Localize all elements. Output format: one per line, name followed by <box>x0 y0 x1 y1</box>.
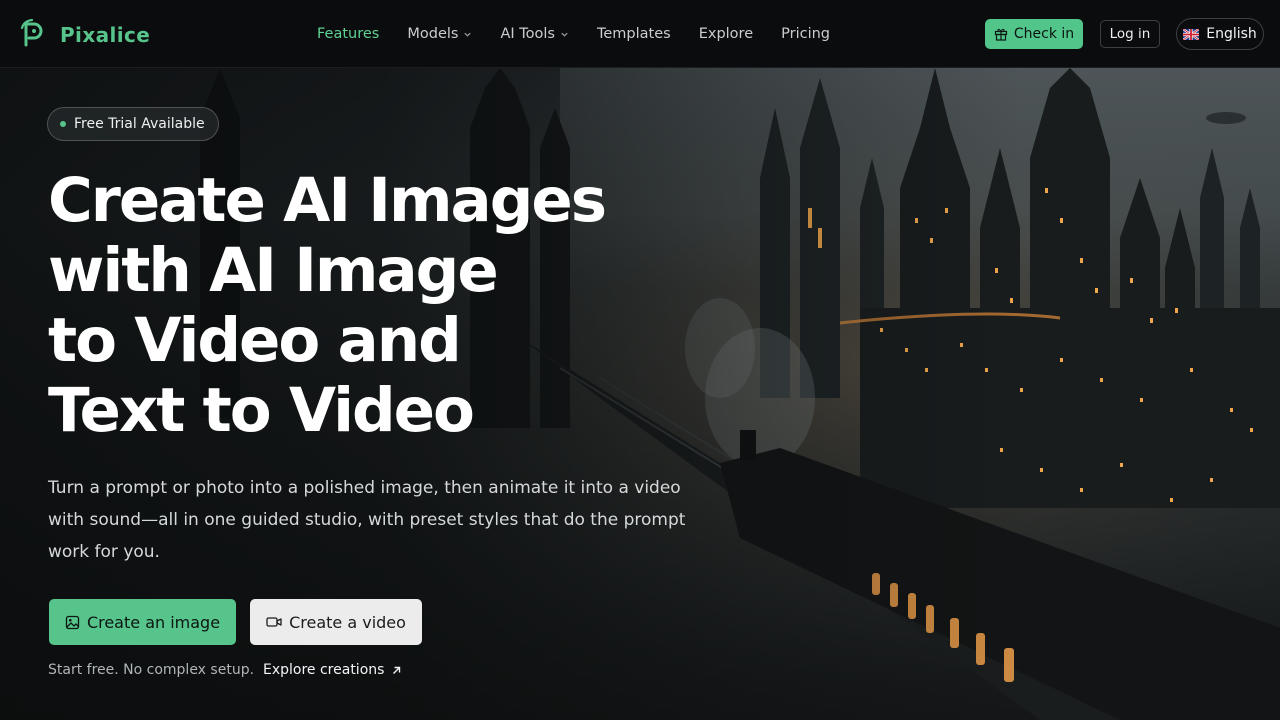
log-in-label: Log in <box>1109 26 1151 42</box>
nav-label: Explore <box>698 26 754 42</box>
explore-creations-link[interactable]: Explore creations <box>263 662 402 678</box>
free-trial-badge: Free Trial Available <box>47 107 219 141</box>
log-in-button[interactable]: Log in <box>1100 20 1160 48</box>
pixalice-logo-icon <box>20 18 46 52</box>
main-nav: Features Models AI Tools Templates Explo… <box>317 0 858 68</box>
arrow-up-right-icon <box>393 666 401 674</box>
nav-item-features[interactable]: Features <box>317 26 379 42</box>
brand-name: Pixalice <box>60 23 151 47</box>
video-camera-icon <box>266 617 282 627</box>
explore-creations-label: Explore creations <box>263 662 385 678</box>
hero-headline: Create AI Images with AI Image to Video … <box>48 166 688 446</box>
top-navbar: Pixalice Features Models AI Tools Templa… <box>0 0 1280 68</box>
headline-line: Text to Video <box>48 375 475 446</box>
nav-label: Templates <box>596 26 671 42</box>
nav-label: Pricing <box>781 26 830 42</box>
chevron-down-icon <box>464 32 472 37</box>
nav-label: Features <box>317 26 380 42</box>
nav-item-templates[interactable]: Templates <box>597 26 671 42</box>
headline-line: with AI Image <box>48 235 499 306</box>
gift-icon <box>994 28 1007 41</box>
badge-label: Free Trial Available <box>74 116 205 132</box>
nav-label: AI Tools <box>500 26 555 42</box>
nav-item-pricing[interactable]: Pricing <box>781 26 830 42</box>
create-video-button[interactable]: Create a video <box>250 599 422 645</box>
image-icon <box>65 615 80 629</box>
chevron-down-icon <box>561 32 568 37</box>
headline-line: Create AI Images <box>48 165 607 236</box>
uk-flag-icon <box>1183 28 1200 40</box>
status-dot-icon <box>60 121 66 127</box>
check-in-label: Check in <box>1013 26 1075 42</box>
hero-subtitle: Turn a prompt or photo into a polished i… <box>48 478 686 562</box>
nav-label: Models <box>407 26 459 42</box>
brand[interactable]: Pixalice <box>20 18 150 52</box>
language-label: English <box>1206 26 1257 42</box>
nav-item-explore[interactable]: Explore <box>699 26 753 42</box>
nav-item-ai-tools[interactable]: AI Tools <box>500 26 569 42</box>
hero-footnote: Start free. No complex setup. <box>48 662 255 678</box>
create-video-label: Create a video <box>289 612 406 632</box>
create-image-button[interactable]: Create an image <box>49 599 236 645</box>
headline-line: to Video and <box>48 305 462 376</box>
create-image-label: Create an image <box>86 612 221 632</box>
nav-item-models[interactable]: Models <box>407 26 472 42</box>
check-in-button[interactable]: Check in <box>985 19 1083 49</box>
language-selector[interactable]: English <box>1176 18 1264 50</box>
